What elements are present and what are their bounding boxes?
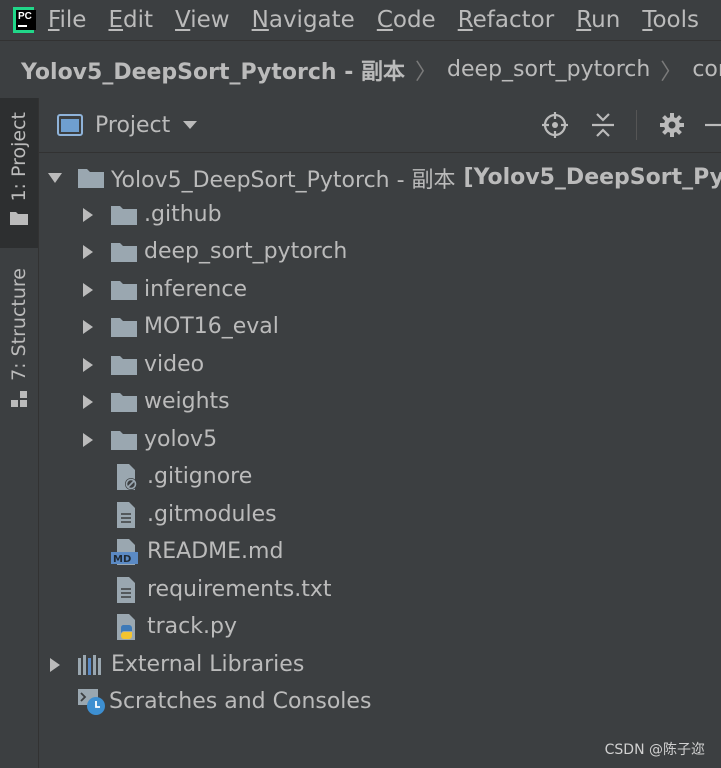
breadcrumb-item-config[interactable]: config: [692, 57, 721, 82]
folder-label: .github: [144, 202, 222, 227]
collapsed-arrow-icon[interactable]: [47, 657, 63, 673]
file-label: README.md: [147, 539, 284, 564]
panel-toolbar: [520, 98, 721, 152]
collapsed-arrow-icon[interactable]: [80, 244, 96, 260]
folder-label: yolov5: [144, 427, 218, 452]
tree-folder-row[interactable]: .github: [39, 196, 222, 233]
menu-refactor[interactable]: Refactor: [458, 7, 555, 33]
project-panel: Project Yolov5_DeepSort_Pytorch - 副本 [Yo…: [39, 98, 721, 768]
pycharm-logo-icon: PC: [13, 7, 36, 33]
panel-title[interactable]: Project: [95, 113, 170, 138]
folder-icon: [10, 211, 28, 225]
menu-run[interactable]: Run: [576, 7, 620, 33]
toolbar-divider: [636, 110, 637, 140]
menu-tools[interactable]: Tools: [642, 7, 699, 33]
folder-label: inference: [144, 277, 248, 302]
collapsed-arrow-icon[interactable]: [80, 319, 96, 335]
chevron-right-icon: 〉: [660, 59, 683, 85]
project-view-icon: [57, 114, 83, 136]
tree-file-row[interactable]: .gitmodules: [39, 496, 277, 533]
scratches-icon: [78, 688, 105, 715]
tree-file-row[interactable]: track.py: [39, 608, 237, 645]
python-file-icon: [117, 613, 135, 640]
folder-label: weights: [144, 389, 230, 414]
tree-file-row[interactable]: MD README.md: [39, 533, 283, 570]
folder-icon: [111, 392, 137, 412]
tree-folder-row[interactable]: yolov5: [39, 421, 217, 458]
project-tab-label: 1: Project: [8, 112, 30, 202]
library-icon: [78, 654, 101, 675]
folder-icon: [111, 317, 137, 337]
folder-label: video: [144, 352, 205, 377]
menu-bar: PC File Edit View Navigate Code Refactor…: [0, 0, 721, 41]
menu-file[interactable]: File: [48, 7, 87, 33]
tree-folder-row[interactable]: video: [39, 346, 204, 383]
watermark: CSDN @陈子迩: [604, 742, 705, 758]
breadcrumb-project[interactable]: Yolov5_DeepSort_Pytorch - 副本: [21, 54, 405, 86]
external-libraries-label: External Libraries: [111, 652, 305, 677]
scratches-row[interactable]: Scratches and Consoles: [39, 683, 371, 720]
file-label: .gitignore: [147, 464, 253, 489]
menu-code[interactable]: Code: [377, 7, 436, 33]
tree-folder-row[interactable]: inference: [39, 271, 247, 308]
breadcrumb: Yolov5_DeepSort_Pytorch - 副本 〉 deep_sort…: [0, 41, 721, 99]
folder-icon: [111, 355, 137, 375]
collapse-all-icon[interactable]: [590, 112, 616, 138]
markdown-file-icon: MD: [111, 538, 138, 565]
text-file-icon: [117, 501, 135, 528]
folder-label: deep_sort_pytorch: [144, 239, 348, 264]
external-libraries-row[interactable]: External Libraries: [39, 646, 304, 683]
tree-file-row[interactable]: .gitignore: [39, 458, 252, 495]
collapsed-arrow-icon[interactable]: [80, 432, 96, 448]
collapsed-arrow-icon[interactable]: [80, 207, 96, 223]
folder-icon: [111, 205, 137, 225]
dropdown-arrow-icon[interactable]: [182, 120, 198, 130]
folder-icon: [78, 168, 104, 188]
left-tool-stripe: 1: Project 7: Structure: [0, 98, 39, 768]
scratches-label: Scratches and Consoles: [109, 689, 372, 714]
text-file-icon: [117, 576, 135, 603]
menu-edit[interactable]: Edit: [108, 7, 153, 33]
tree-root-row[interactable]: Yolov5_DeepSort_Pytorch - 副本 [Yolov5_Dee…: [39, 159, 721, 196]
root-name: Yolov5_DeepSort_Pytorch - 副本: [111, 167, 456, 193]
gear-icon[interactable]: [659, 112, 685, 138]
file-label: requirements.txt: [147, 577, 332, 602]
project-panel-header: Project: [39, 98, 721, 153]
locate-target-icon[interactable]: [542, 112, 568, 138]
folder-icon: [111, 430, 137, 450]
gitignore-file-icon: [117, 463, 137, 490]
menu-view[interactable]: View: [175, 7, 230, 33]
folder-label: MOT16_eval: [144, 314, 279, 339]
tree-folder-row[interactable]: deep_sort_pytorch: [39, 233, 347, 270]
folder-icon: [111, 280, 137, 300]
svg-text:MD: MD: [113, 554, 131, 565]
minimize-icon[interactable]: [703, 112, 721, 138]
collapsed-arrow-icon[interactable]: [80, 357, 96, 373]
expanded-arrow-icon[interactable]: [47, 170, 63, 186]
folder-icon: [111, 242, 137, 262]
structure-tool-button[interactable]: 7: Structure: [0, 268, 38, 418]
file-label: track.py: [147, 614, 237, 639]
tree-folder-row[interactable]: weights: [39, 383, 230, 420]
project-tool-button[interactable]: 1: Project: [0, 98, 38, 248]
menu-navigate[interactable]: Navigate: [252, 7, 355, 33]
file-label: .gitmodules: [147, 502, 277, 527]
chevron-right-icon: 〉: [415, 59, 438, 85]
collapsed-arrow-icon[interactable]: [80, 394, 96, 410]
root-path-suffix: [Yolov5_DeepSort_Pyt: [463, 165, 721, 190]
breadcrumb-item-deep-sort[interactable]: deep_sort_pytorch: [447, 57, 650, 82]
collapsed-arrow-icon[interactable]: [80, 282, 96, 298]
tree-folder-row[interactable]: MOT16_eval: [39, 308, 279, 345]
tree-file-row[interactable]: requirements.txt: [39, 571, 331, 608]
structure-tab-label: 7: Structure: [8, 268, 30, 381]
structure-icon: [11, 390, 27, 407]
